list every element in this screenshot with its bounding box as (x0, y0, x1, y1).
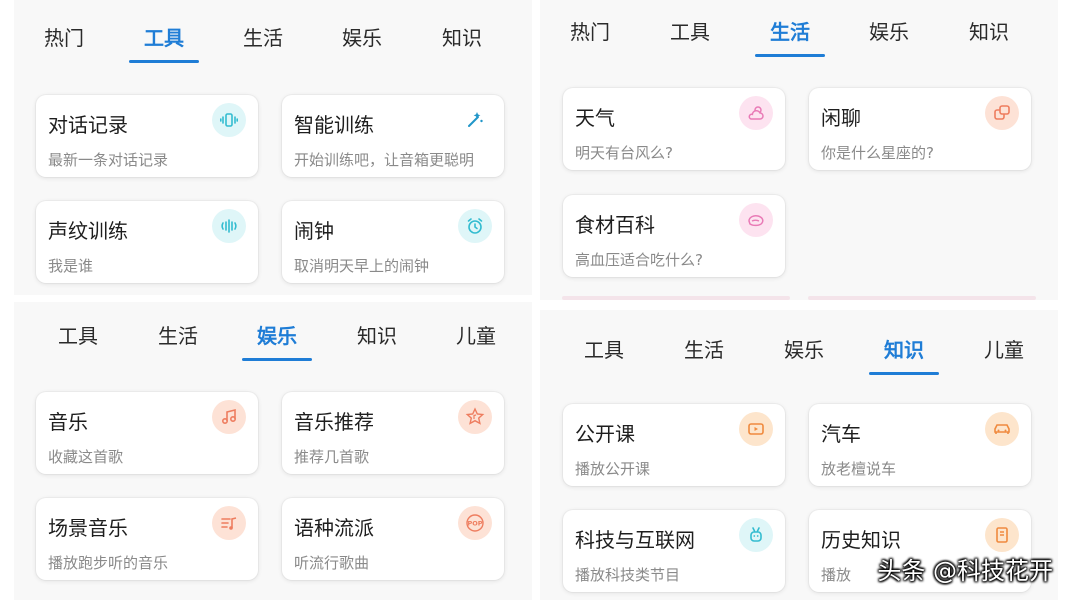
tab-knowledge[interactable]: 知识 (884, 334, 924, 363)
active-tab-indicator (242, 358, 312, 361)
skill-card-voiceprint[interactable]: 声纹训练 我是谁 (36, 201, 258, 283)
star-music-icon (458, 400, 492, 434)
skill-card-genre[interactable]: 语种流派 听流行歌曲 POP (282, 498, 504, 580)
card-subtitle: 推荐几首歌 (294, 448, 370, 466)
card-title: 食材百科 (575, 213, 655, 237)
tab-knowledge[interactable]: 知识 (969, 16, 1009, 45)
voiceprint-icon (212, 209, 246, 243)
category-tabs: 热门 工具 生活 娱乐 知识 (540, 16, 1058, 57)
active-tab-indicator (869, 372, 939, 375)
card-title: 历史知识 (821, 528, 901, 552)
card-title: 场景音乐 (48, 516, 128, 540)
panel-entertainment: 工具 生活 娱乐 知识 儿童 音乐 收藏这首歌 音乐推荐 推荐几首歌 场景音乐 … (14, 302, 532, 600)
card-title: 音乐推荐 (294, 410, 374, 434)
tab-life[interactable]: 生活 (770, 16, 810, 45)
pop-badge-text: POP (467, 520, 482, 528)
tab-knowledge[interactable]: 知识 (442, 22, 482, 51)
tab-life[interactable]: 生活 (243, 22, 283, 51)
category-tabs: 热门 工具 生活 娱乐 知识 (14, 22, 532, 63)
card-edge-strip (562, 296, 790, 300)
card-title: 音乐 (48, 410, 88, 434)
food-icon (739, 203, 773, 237)
card-subtitle: 开始训练吧，让音箱更聪明 (294, 151, 475, 169)
panel-tools: 热门 工具 生活 娱乐 知识 对话记录 最新一条对话记录 智能训练 开始训练吧，… (14, 0, 532, 295)
card-subtitle: 我是谁 (48, 257, 94, 275)
card-subtitle: 放老檀说车 (821, 460, 897, 478)
tab-entertainment[interactable]: 娱乐 (342, 22, 382, 51)
tab-life[interactable]: 生活 (158, 320, 198, 349)
category-tabs: 工具 生活 娱乐 知识 儿童 (540, 334, 1058, 375)
tab-kids[interactable]: 儿童 (984, 334, 1024, 363)
robot-icon (739, 518, 773, 552)
card-subtitle: 最新一条对话记录 (48, 151, 169, 169)
tab-life[interactable]: 生活 (684, 334, 724, 363)
card-subtitle: 高血压适合吃什么? (575, 251, 703, 269)
card-title: 闲聊 (821, 106, 861, 130)
card-title: 语种流派 (294, 516, 374, 540)
magic-wand-icon (458, 103, 492, 137)
video-play-icon (739, 412, 773, 446)
card-subtitle: 播放科技类节目 (575, 566, 681, 584)
weather-icon (739, 96, 773, 130)
skill-card-tech-internet[interactable]: 科技与互联网 播放科技类节目 (563, 510, 785, 592)
tab-hot[interactable]: 热门 (570, 16, 610, 45)
card-title: 科技与互联网 (575, 528, 695, 552)
active-tab-indicator (129, 60, 199, 63)
card-subtitle: 播放公开课 (575, 460, 651, 478)
card-title: 对话记录 (48, 113, 128, 137)
skill-card-chat[interactable]: 闲聊 你是什么星座的? (809, 88, 1031, 170)
music-note-icon (212, 400, 246, 434)
card-title: 闹钟 (294, 219, 334, 243)
chat-icon (985, 96, 1019, 130)
skill-card-scene-music[interactable]: 场景音乐 播放跑步听的音乐 (36, 498, 258, 580)
card-subtitle: 取消明天早上的闹钟 (294, 257, 430, 275)
tab-knowledge[interactable]: 知识 (357, 320, 397, 349)
skill-card-music-recommend[interactable]: 音乐推荐 推荐几首歌 (282, 392, 504, 474)
panel-life: 热门 工具 生活 娱乐 知识 天气 明天有台风么? 闲聊 你是什么星座的? 食材… (540, 0, 1058, 300)
alarm-clock-icon (458, 209, 492, 243)
card-subtitle: 听流行歌曲 (294, 554, 370, 572)
tab-tools[interactable]: 工具 (584, 334, 624, 363)
card-subtitle: 收藏这首歌 (48, 448, 124, 466)
tab-entertainment[interactable]: 娱乐 (869, 16, 909, 45)
skill-card-car[interactable]: 汽车 放老檀说车 (809, 404, 1031, 486)
skill-card-open-course[interactable]: 公开课 播放公开课 (563, 404, 785, 486)
tab-hot[interactable]: 热门 (44, 22, 84, 51)
tab-tools[interactable]: 工具 (58, 320, 98, 349)
tab-entertainment[interactable]: 娱乐 (257, 320, 297, 349)
pop-genre-icon: POP (458, 506, 492, 540)
card-subtitle: 播放 (821, 566, 852, 584)
card-title: 智能训练 (294, 113, 374, 137)
card-title: 汽车 (821, 422, 861, 446)
tab-entertainment[interactable]: 娱乐 (784, 334, 824, 363)
card-subtitle: 明天有台风么? (575, 144, 673, 162)
tab-tools[interactable]: 工具 (670, 16, 710, 45)
card-subtitle: 你是什么星座的? (821, 144, 934, 162)
card-title: 声纹训练 (48, 219, 128, 243)
watermark: 头条 @科技花开 (877, 557, 1053, 585)
skill-card-smart-training[interactable]: 智能训练 开始训练吧，让音箱更聪明 (282, 95, 504, 177)
skill-card-dialog-record[interactable]: 对话记录 最新一条对话记录 (36, 95, 258, 177)
tab-tools[interactable]: 工具 (144, 22, 184, 51)
skill-card-alarm[interactable]: 闹钟 取消明天早上的闹钟 (282, 201, 504, 283)
card-edge-strip (808, 296, 1036, 300)
active-tab-indicator (755, 54, 825, 57)
voice-record-icon (212, 103, 246, 137)
category-tabs: 工具 生活 娱乐 知识 儿童 (14, 320, 532, 361)
card-title: 公开课 (575, 422, 635, 446)
book-icon (985, 518, 1019, 552)
card-title: 天气 (575, 106, 615, 130)
skill-card-music[interactable]: 音乐 收藏这首歌 (36, 392, 258, 474)
skill-card-food[interactable]: 食材百科 高血压适合吃什么? (563, 195, 785, 277)
skill-card-weather[interactable]: 天气 明天有台风么? (563, 88, 785, 170)
car-icon (985, 412, 1019, 446)
tab-kids[interactable]: 儿童 (456, 320, 496, 349)
card-subtitle: 播放跑步听的音乐 (48, 554, 169, 572)
scene-music-icon (212, 506, 246, 540)
